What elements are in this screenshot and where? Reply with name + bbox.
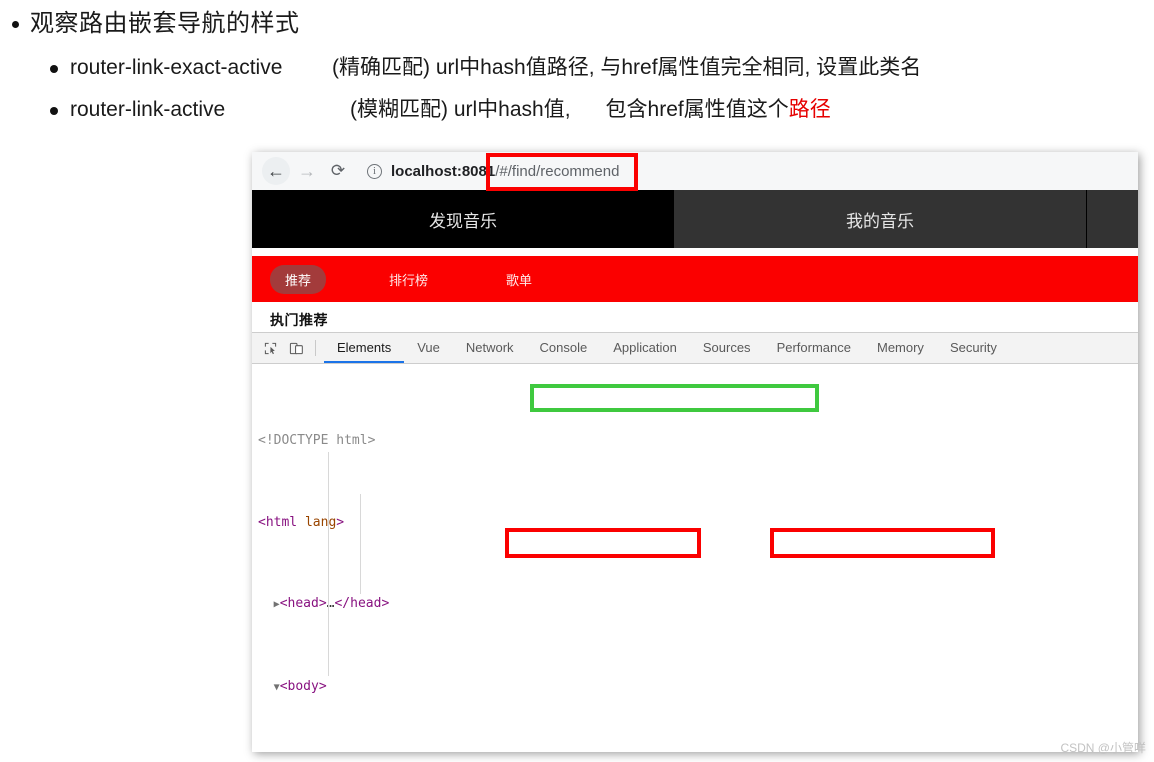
devtools-tab-elements[interactable]: Elements (324, 333, 404, 363)
browser-window: ← → ⟳ i localhost:8081/#/find/recommend … (252, 152, 1138, 752)
site-info-icon[interactable]: i (367, 163, 382, 179)
note-heading-text: 观察路由嵌套导航的样式 (30, 10, 300, 37)
devtools-tab-application[interactable]: Application (600, 333, 690, 363)
top-nav-tab-mymusic[interactable]: 我的音乐 (674, 190, 1086, 248)
note-item-exact-active: router-link-exact-active (精确匹配) url中hash值… (0, 54, 1154, 82)
site-sub-nav: 推荐 排行榜 歌单 (252, 256, 1138, 302)
note-desc: (精确匹配) url中hash值路径, 与href属性值完全相同, 设置此类名 (332, 56, 922, 79)
dom-doctype: <!DOCTYPE html> (258, 433, 376, 449)
reload-icon[interactable]: ⟳ (324, 157, 352, 185)
sub-nav-label: 歌单 (506, 272, 533, 288)
dom-line[interactable]: <!DOCTYPE html> (252, 431, 1138, 451)
devtools-panel: Elements Vue Network Console Application… (252, 332, 1138, 749)
devtools-tab-performance[interactable]: Performance (764, 333, 864, 363)
watermark: CSDN @小管咩 (1060, 741, 1146, 755)
notes-block: 观察路由嵌套导航的样式 router-link-exact-active (精确匹… (0, 0, 1154, 124)
note-desc-highlight: 路径 (788, 98, 831, 121)
devtools-tab-memory[interactable]: Memory (864, 333, 937, 363)
section-title: 执门推荐 (270, 312, 328, 328)
indent-guide (328, 452, 329, 676)
note-heading-row: 观察路由嵌套导航的样式 (0, 8, 1154, 40)
dom-line[interactable]: ▶<head>…</head> (252, 594, 1138, 615)
url-host: localhost:8081 (391, 162, 496, 180)
forward-arrow-glyph: → (298, 160, 316, 181)
browser-toolbar: ← → ⟳ i localhost:8081/#/find/recommend (252, 152, 1138, 191)
back-arrow-icon[interactable]: ← (262, 157, 290, 185)
devtools-tabbar: Elements Vue Network Console Application… (252, 333, 1138, 364)
forward-arrow-icon[interactable]: → (293, 157, 321, 185)
note-class-name: router-link-exact-active (70, 56, 283, 79)
sub-nav-item-songlist[interactable]: 歌单 (491, 265, 547, 294)
note-item-active: router-link-active (模糊匹配) url中hash值, 包含hr… (0, 96, 1154, 124)
dom-tree[interactable]: <!DOCTYPE html> <html lang> ▶<head>…</he… (252, 364, 1138, 749)
top-nav-tab-discover[interactable]: 发现音乐 (252, 190, 674, 248)
top-nav-label: 发现音乐 (429, 211, 497, 231)
dom-line[interactable]: ▼<body> (252, 677, 1138, 698)
note-desc: (模糊匹配) url中hash值, 包含href属性值这个 (350, 98, 789, 121)
inspect-element-icon[interactable] (258, 337, 282, 359)
reload-glyph: ⟳ (330, 161, 346, 180)
devtools-tab-sources[interactable]: Sources (690, 333, 764, 363)
address-bar[interactable]: i localhost:8081/#/find/recommend (367, 158, 1128, 184)
device-toolbar-icon[interactable] (284, 337, 308, 359)
bullet-dot-icon (12, 21, 19, 28)
inspect-element-glyph (264, 342, 276, 354)
device-toolbar-glyph (289, 342, 303, 354)
bullet-dot-icon (50, 65, 58, 73)
back-arrow-glyph: ← (267, 160, 285, 181)
devtools-tab-console[interactable]: Console (527, 333, 601, 363)
top-nav-tab-extra[interactable] (1086, 190, 1138, 248)
bullet-dot-icon (50, 107, 58, 115)
web-page-content: 发现音乐 我的音乐 推荐 排行榜 歌单 执门推荐 (252, 190, 1138, 332)
toolbar-divider (315, 340, 316, 356)
address-bar-url: localhost:8081/#/find/recommend (391, 163, 619, 180)
sub-nav-label: 排行榜 (389, 272, 429, 288)
note-class-name: router-link-active (70, 98, 226, 121)
sub-nav-item-ranking[interactable]: 排行榜 (374, 265, 443, 294)
top-nav-label: 我的音乐 (846, 211, 914, 231)
indent-guide (360, 494, 361, 594)
green-box-router-link-active (530, 384, 819, 412)
site-top-nav: 发现音乐 我的音乐 (252, 190, 1138, 248)
url-path: /#/find/recommend (495, 162, 620, 180)
dom-line[interactable]: <html lang> (252, 513, 1138, 533)
devtools-tab-network[interactable]: Network (453, 333, 527, 363)
sub-nav-label: 推荐 (285, 272, 312, 288)
devtools-tab-security[interactable]: Security (937, 333, 1010, 363)
devtools-tab-vue[interactable]: Vue (404, 333, 453, 363)
sub-nav-item-recommend[interactable]: 推荐 (270, 264, 327, 294)
